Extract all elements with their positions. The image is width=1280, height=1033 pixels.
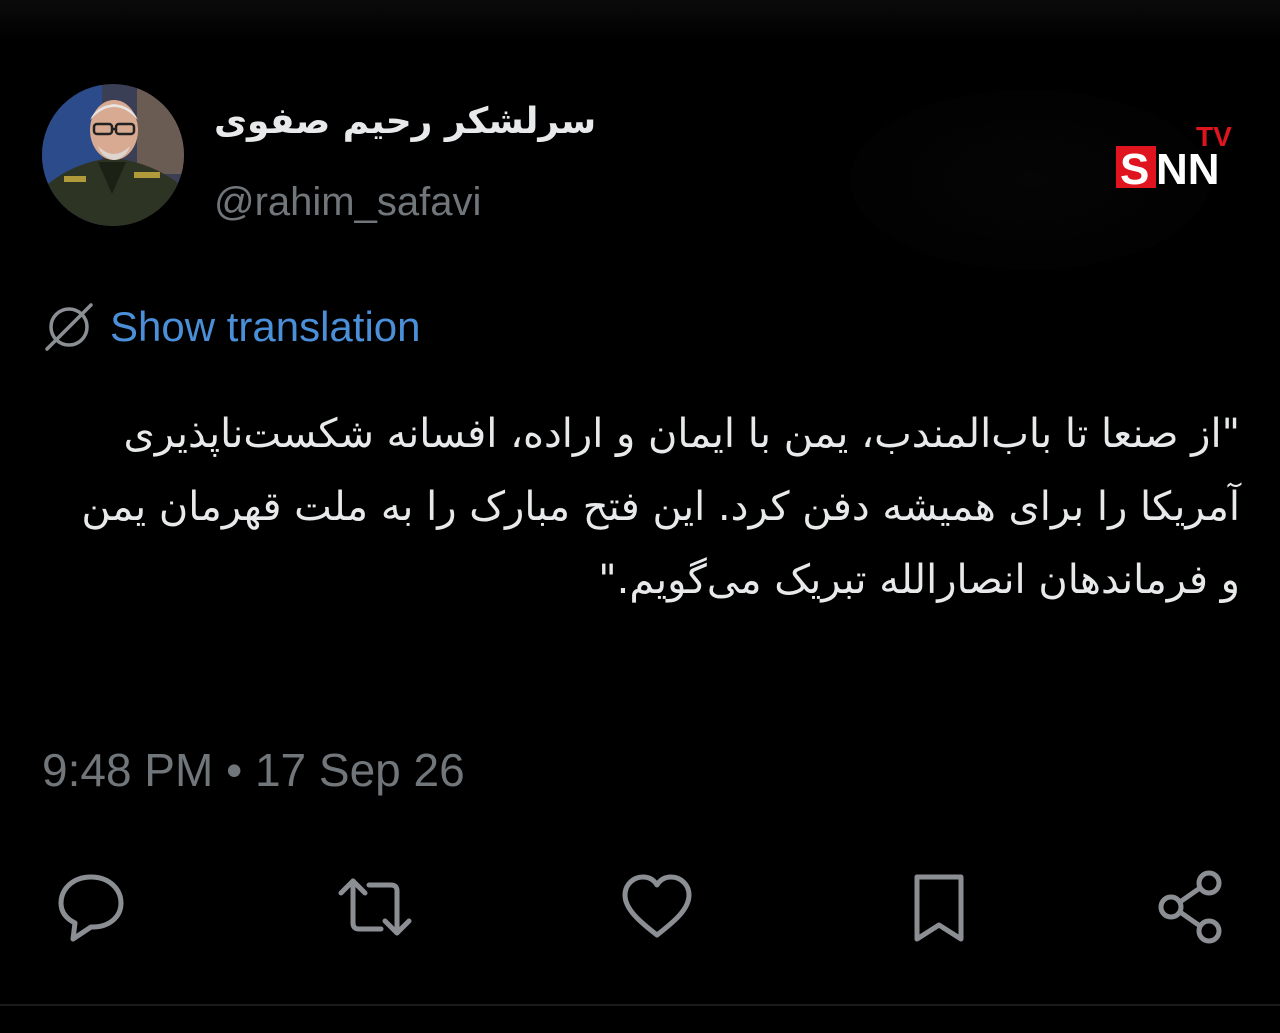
logo-nn-text: NN (1156, 145, 1220, 194)
avatar[interactable] (42, 84, 184, 226)
retweet-button[interactable] (330, 862, 420, 952)
show-translation-label[interactable]: Show translation (110, 303, 421, 351)
share-icon (1158, 870, 1222, 944)
action-bar (0, 862, 1280, 952)
like-button[interactable] (612, 862, 702, 952)
bookmark-icon (914, 874, 964, 942)
retweet-icon (338, 878, 412, 936)
reply-icon (58, 874, 124, 942)
like-icon (622, 874, 692, 938)
tweet-text: "از صنعا تا باب‌المندب، یمن با ایمان و ا… (81, 411, 1240, 603)
snn-tv-logo: TV S NN (1116, 121, 1232, 194)
tweet-timestamp[interactable]: 9:48 PM • 17 Sep 26 (42, 740, 465, 800)
divider (0, 1004, 1280, 1006)
translate-icon (45, 303, 93, 351)
share-button[interactable] (1146, 862, 1236, 952)
show-translation-link[interactable]: Show translation (42, 298, 421, 356)
author-handle[interactable]: @rahim_safavi (214, 174, 481, 230)
bookmark-button[interactable] (894, 862, 984, 952)
top-band (0, 0, 1280, 40)
logo-s-text: S (1120, 145, 1149, 194)
author-display-name[interactable]: سرلشکر رحیم صفوی (214, 94, 624, 150)
reply-button[interactable] (46, 862, 136, 952)
